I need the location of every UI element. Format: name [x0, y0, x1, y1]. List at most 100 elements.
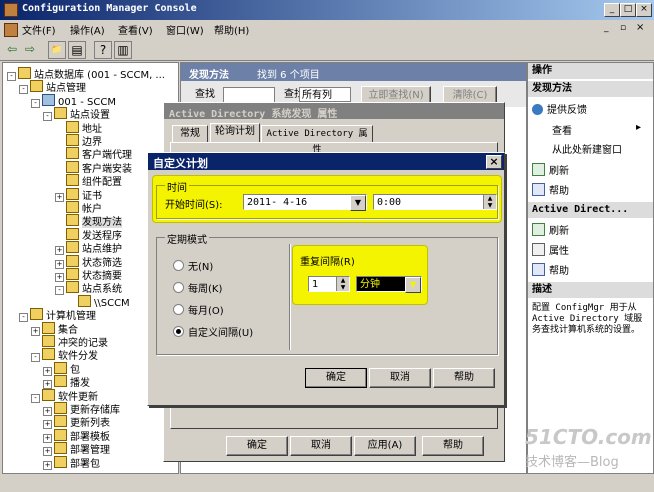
action-ad-refresh[interactable]: 刷新 — [532, 222, 569, 237]
tree-item[interactable]: + 状态摘要 — [55, 268, 122, 282]
radio-weekly[interactable]: 每周(K) — [173, 280, 222, 295]
action-view[interactable]: 查看 ▸ — [552, 122, 641, 137]
collapse-icon[interactable]: - — [31, 98, 40, 108]
action-new-window[interactable]: 从此处新建窗口 — [552, 141, 622, 156]
tab-polling-schedule[interactable]: 轮询计划 — [210, 123, 260, 143]
start-clock-field[interactable]: 0:00 ▲ ▼ — [373, 194, 497, 210]
tree-item[interactable]: 客户端安装 — [55, 160, 132, 175]
collapse-icon[interactable]: - — [31, 393, 40, 403]
menu-app-icon[interactable] — [4, 23, 18, 37]
collapse-icon[interactable]: - — [7, 72, 16, 81]
show-tree-icon[interactable]: ▤ — [68, 41, 86, 59]
collapse-icon[interactable]: - — [43, 112, 52, 122]
collapse-icon[interactable]: - — [19, 85, 28, 95]
maximize-button[interactable]: □ — [620, 3, 636, 17]
collapse-icon[interactable]: - — [31, 353, 40, 363]
help-icon[interactable]: ? — [94, 41, 112, 59]
schedule-close-button[interactable]: × — [486, 155, 502, 169]
interval-unit-select[interactable]: 分钟 ▼ — [356, 276, 422, 293]
tree-item[interactable]: + 包 — [43, 361, 80, 376]
properties-ok-button[interactable]: 确定 — [226, 436, 288, 456]
tree-item-label: 冲突的记录 — [58, 338, 108, 349]
action-refresh[interactable]: 刷新 — [532, 162, 569, 177]
radio-custom-interval[interactable]: 自定义间隔(U) — [173, 324, 253, 339]
find-in-select[interactable]: 所有列 — [299, 87, 351, 102]
expand-icon[interactable]: + — [43, 460, 52, 470]
folder-icon — [66, 160, 79, 173]
tree-item[interactable]: \\SCCM — [67, 294, 130, 309]
tree-item[interactable]: 发现方法 — [55, 214, 122, 229]
child-minimize-icon[interactable]: _ — [604, 23, 609, 33]
interval-value-stepper[interactable]: 1 ▲ ▼ — [308, 276, 350, 292]
tree-item[interactable]: 地址 — [55, 120, 102, 135]
tree-item[interactable]: + 状态筛选 — [55, 254, 122, 269]
radio-monthly[interactable]: 每月(O) — [173, 302, 224, 317]
properties-cancel-button[interactable]: 取消 — [290, 436, 352, 456]
action-ad-help[interactable]: 帮助 — [532, 262, 569, 277]
tree-item[interactable]: + 证书 — [55, 187, 102, 202]
tree-item[interactable]: 客户端代理 — [55, 147, 132, 161]
menu-action[interactable]: 操作(A) — [70, 22, 105, 37]
start-date-picker[interactable]: 2011- 4-16 ▼ — [243, 194, 367, 211]
tree-item[interactable]: - 站点管理 — [19, 80, 86, 95]
tree-item[interactable]: - 计算机管理 — [19, 308, 96, 323]
child-close-icon[interactable]: × — [636, 22, 644, 33]
chevron-down-icon[interactable]: ▼ — [405, 277, 421, 293]
radio-none[interactable]: 无(N) — [173, 258, 213, 273]
properties-title: Active Directory 系统发现 属性 — [169, 109, 338, 120]
tree-item[interactable]: 帐户 — [55, 201, 102, 215]
spinner-icon[interactable]: ▲ ▼ — [483, 195, 496, 209]
tree-item[interactable]: + 更新列表 — [43, 415, 110, 430]
action-ad-properties[interactable]: 属性 — [532, 242, 569, 257]
folder-icon — [54, 375, 67, 388]
tree-item[interactable]: - 站点系统 — [55, 281, 122, 296]
tree-item[interactable]: - 软件分发 — [31, 348, 98, 363]
up-folder-icon[interactable]: 📁 — [48, 41, 66, 59]
tree-item[interactable]: 冲突的记录 — [31, 335, 108, 349]
action-feedback[interactable]: 提供反馈 — [532, 101, 587, 116]
tree-item[interactable]: 组件配置 — [55, 174, 122, 189]
tree-item-label: 001 - SCCM — [58, 96, 116, 108]
back-icon[interactable]: ⇦ — [4, 41, 20, 57]
folder-icon — [66, 241, 79, 254]
schedule-cancel-button[interactable]: 取消 — [369, 368, 431, 388]
folder-icon — [66, 174, 79, 187]
tree-item[interactable]: + 更新存储库 — [43, 402, 120, 416]
close-button[interactable]: × — [636, 3, 652, 17]
divider — [289, 244, 290, 350]
tree-item[interactable]: + 部署模板 — [43, 428, 110, 443]
spinner-icon[interactable]: ▲ ▼ — [336, 277, 349, 291]
minimize-button[interactable]: _ — [604, 3, 620, 17]
tree-item[interactable]: + 部署管理 — [43, 442, 110, 457]
chevron-down-icon[interactable]: ▼ — [350, 195, 366, 211]
tree-item[interactable]: 边界 — [55, 134, 102, 148]
menu-help[interactable]: 帮助(H) — [214, 22, 249, 37]
tree-item[interactable]: + 播发 — [43, 375, 90, 390]
schedule-help-button[interactable]: 帮助 — [433, 368, 495, 388]
action-help[interactable]: 帮助 — [532, 182, 569, 197]
tree-item[interactable]: - 站点设置 — [43, 107, 110, 122]
tree-item[interactable]: + 部署包 — [43, 455, 100, 470]
collapse-icon[interactable]: - — [19, 313, 28, 323]
tree-item[interactable]: - 软件更新 — [31, 388, 98, 403]
menu-view[interactable]: 查看(V) — [118, 22, 153, 37]
properties-help-button[interactable]: 帮助 — [422, 436, 484, 456]
tree-item[interactable]: + 站点维护 — [55, 241, 122, 256]
action-pane-icon[interactable]: ▥ — [114, 41, 132, 59]
tree-item[interactable]: - 001 - SCCM — [31, 93, 116, 108]
properties-apply-button[interactable]: 应用(A) — [354, 436, 416, 456]
tree-item-label: 组件配置 — [82, 177, 122, 189]
schedule-title: 自定义计划 — [153, 157, 208, 170]
forward-icon[interactable]: ⇨ — [22, 41, 38, 57]
menu-window[interactable]: 窗口(W) — [166, 22, 204, 37]
schedule-ok-button[interactable]: 确定 — [305, 368, 367, 388]
tree-item[interactable]: 发送程序 — [55, 227, 122, 242]
tree-item-label: 软件更新 — [58, 391, 98, 403]
tab-general[interactable]: 常规 — [172, 125, 208, 143]
tree-item[interactable]: + 集合 — [31, 321, 78, 336]
menu-file[interactable]: 文件(F) — [22, 22, 56, 37]
tab-ad-attributes[interactable]: Active Directory 属性 — [261, 125, 373, 155]
tree-item[interactable]: - 站点数据库 (001 - SCCM, ... — [7, 67, 165, 81]
collapse-icon[interactable]: - — [55, 286, 64, 296]
child-restore-icon[interactable]: ▫ — [620, 23, 626, 33]
